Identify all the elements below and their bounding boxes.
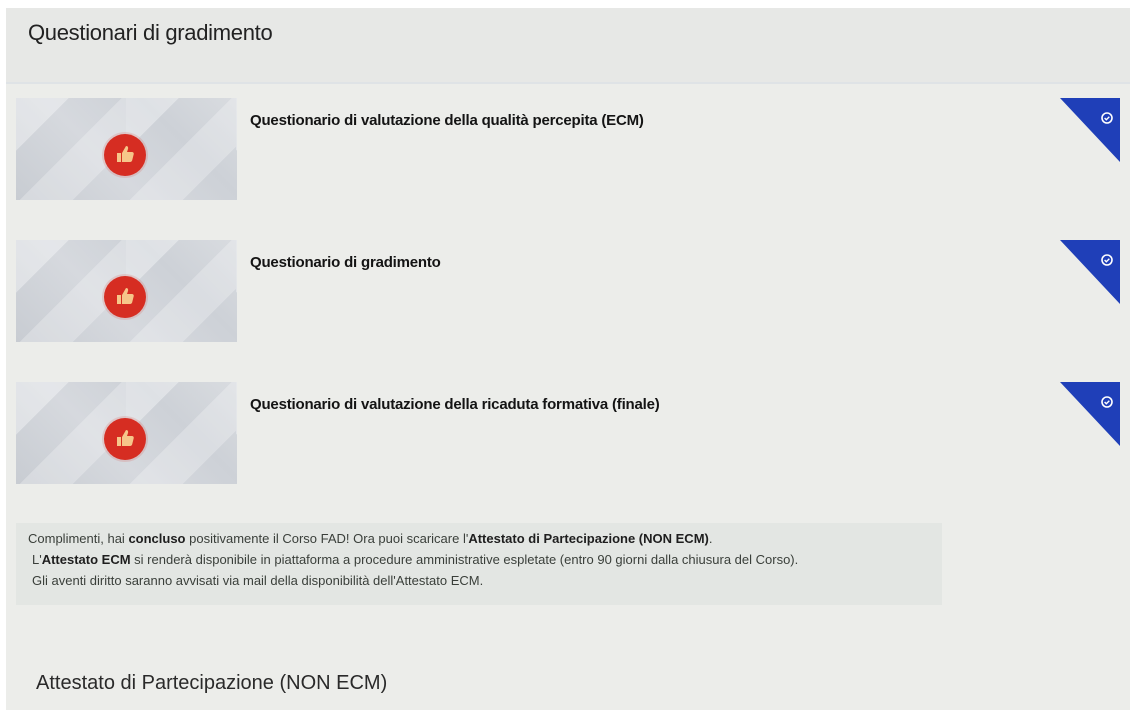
page-title: Questionari di gradimento [28,20,273,45]
page-header: Questionari di gradimento [6,8,1130,84]
completed-ribbon [1060,240,1120,304]
thumbs-up-icon [104,276,146,318]
questionnaire-thumbnail[interactable] [16,382,237,484]
notice-line-3: Gli aventi diritto saranno avvisati via … [32,573,484,588]
questionnaire-thumbnail[interactable] [16,240,237,342]
completed-ribbon [1060,382,1120,446]
thumbs-up-icon [104,418,146,460]
notice-line-2: L'Attestato ECM si renderà disponibile i… [32,552,799,567]
completed-ribbon [1060,98,1120,162]
questionnaire-title-link[interactable]: Questionario di valutazione della ricadu… [250,396,660,413]
questionnaire-title-link[interactable]: Questionario di valutazione della qualit… [250,112,644,129]
questionnaire-thumbnail[interactable] [16,98,237,200]
page-frame: Questionari di gradimento Questionario d… [6,8,1130,710]
questionnaire-title-link[interactable]: Questionario di gradimento [250,254,441,271]
questionnaire-item[interactable]: Questionario di valutazione della ricadu… [16,382,1124,484]
section-title: Attestato di Partecipazione (NON ECM) [36,672,388,694]
questionnaire-item[interactable]: Questionario di gradimento [16,240,1124,342]
notice-line-1: Complimenti, hai concluso positivamente … [28,531,713,546]
completion-notice: Complimenti, hai concluso positivamente … [16,523,942,605]
questionnaire-item[interactable]: Questionario di valutazione della qualit… [16,98,1124,200]
thumbs-up-icon [104,134,146,176]
